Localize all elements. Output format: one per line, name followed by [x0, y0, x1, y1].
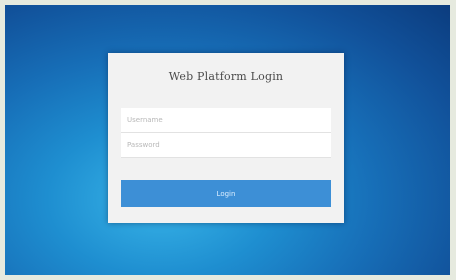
login-title: Web Platform Login: [168, 70, 284, 83]
username-input[interactable]: [121, 108, 331, 133]
login-screen-background: Web Platform Login Login: [5, 5, 450, 275]
login-fields: [121, 108, 331, 158]
login-button[interactable]: Login: [121, 180, 331, 207]
password-input[interactable]: [121, 133, 331, 158]
login-card: Web Platform Login Login: [108, 53, 344, 223]
